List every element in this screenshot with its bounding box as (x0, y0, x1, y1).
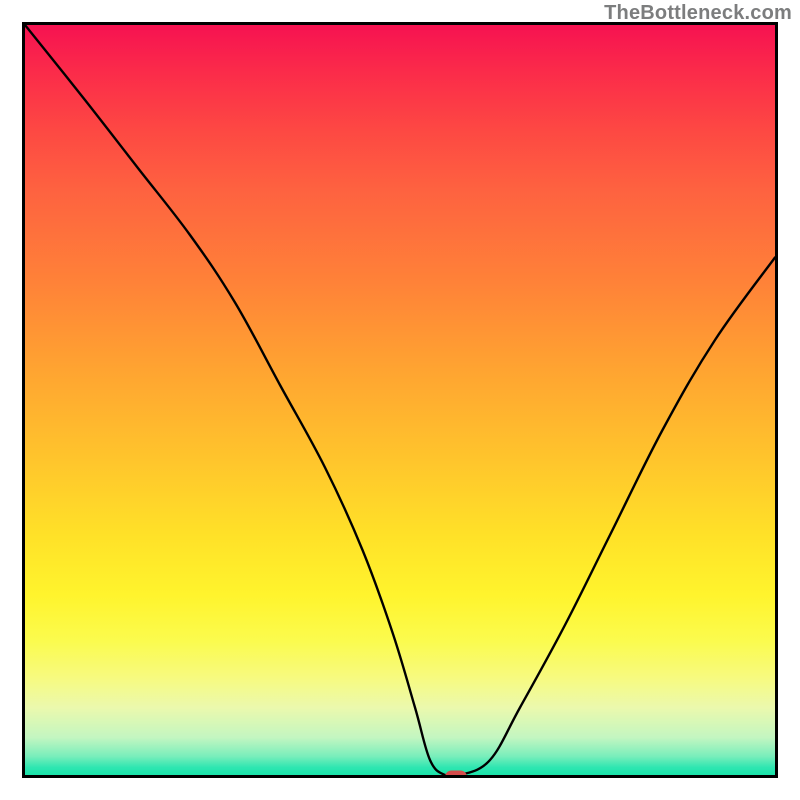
curve-svg (25, 25, 775, 775)
chart-frame: TheBottleneck.com (0, 0, 800, 800)
optimal-point-marker (445, 771, 467, 778)
plot-area (22, 22, 778, 778)
watermark-text: TheBottleneck.com (604, 2, 792, 25)
bottleneck-curve-path (25, 25, 775, 775)
